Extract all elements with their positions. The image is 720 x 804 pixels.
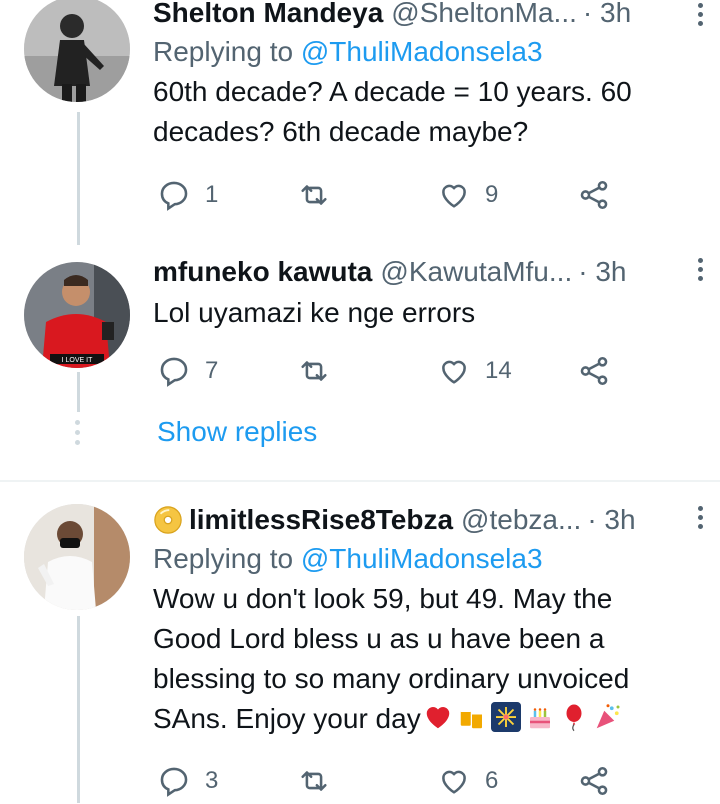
balloon-emoji-icon	[566, 704, 582, 732]
avatar[interactable]	[24, 0, 130, 102]
thread-line	[77, 616, 80, 803]
share-icon	[580, 766, 608, 796]
reply-count: 3	[205, 767, 219, 794]
retweet-icon	[301, 361, 327, 381]
like-icon	[442, 360, 466, 384]
tweet-text: Wow u don't look 59, but 49. May the Goo…	[153, 583, 630, 734]
party-popper-emoji-icon	[596, 704, 620, 729]
display-name[interactable]: limitlessRise8Tebza	[189, 503, 453, 537]
user-handle[interactable]: @KawutaMfu...	[380, 255, 572, 289]
like-count: 6	[485, 767, 499, 794]
reply-button[interactable]: 7	[157, 354, 218, 388]
retweet-button[interactable]	[297, 764, 345, 798]
display-name[interactable]: mfuneko kawuta	[153, 255, 372, 289]
more-icon[interactable]	[690, 503, 710, 531]
timestamp[interactable]: · 3h	[578, 255, 626, 289]
like-icon	[442, 184, 466, 208]
birthday-cake-emoji-icon	[529, 708, 550, 729]
retweet-button[interactable]	[297, 178, 345, 212]
mention-link[interactable]: @ThuliMadonsela3	[301, 543, 543, 574]
user-handle[interactable]: @tebza...	[461, 503, 581, 537]
thread-line	[77, 112, 80, 245]
share-button[interactable]	[577, 764, 611, 798]
mention-link[interactable]: @ThuliMadonsela3	[301, 36, 543, 67]
display-name[interactable]: Shelton Mandeya	[153, 0, 383, 30]
reply-icon	[160, 357, 188, 387]
user-handle[interactable]: @SheltonMa...	[391, 0, 577, 30]
like-count: 14	[485, 357, 512, 384]
reply-icon	[160, 767, 188, 797]
reply-button[interactable]: 3	[157, 764, 218, 798]
replying-to: Replying to @ThuliMadonsela3	[153, 543, 543, 574]
replying-to: Replying to @ThuliMadonsela3	[153, 36, 543, 67]
like-button[interactable]: 14	[437, 354, 512, 388]
like-icon	[442, 770, 466, 794]
show-replies-link[interactable]: Show replies	[157, 416, 317, 448]
timestamp[interactable]: · 3h	[583, 0, 631, 30]
reply-count: 7	[205, 357, 219, 384]
retweet-icon	[301, 771, 327, 791]
reply-icon	[160, 181, 188, 211]
more-icon[interactable]	[690, 255, 710, 283]
beer-mugs-emoji-icon	[460, 708, 482, 729]
timestamp[interactable]: · 3h	[587, 503, 635, 537]
avatar[interactable]: I LOVE IT	[24, 262, 130, 368]
avatar-caption: I LOVE IT	[62, 357, 93, 364]
share-icon	[580, 356, 608, 386]
thread-dots	[75, 420, 81, 450]
red-heart-emoji-icon	[426, 707, 449, 729]
reply-count: 1	[205, 181, 219, 208]
thread-line	[77, 372, 80, 412]
reply-button[interactable]: 1	[157, 178, 218, 212]
divider	[0, 480, 720, 482]
like-button[interactable]: 6	[437, 764, 498, 798]
share-icon	[580, 180, 608, 210]
tweet-text: Lol uyamazi ke nge errors	[153, 297, 476, 328]
retweet-button[interactable]	[297, 354, 345, 388]
tweet-text: 60th decade? A decade = 10 years. 60 dec…	[153, 76, 632, 147]
more-icon[interactable]	[690, 0, 710, 28]
avatar[interactable]	[24, 504, 130, 610]
like-button[interactable]: 9	[437, 178, 498, 212]
fireworks-emoji-icon	[490, 702, 521, 732]
dvd-icon	[154, 506, 182, 534]
retweet-icon	[301, 185, 327, 205]
like-count: 9	[485, 181, 499, 208]
share-button[interactable]	[577, 354, 611, 388]
share-button[interactable]	[577, 178, 611, 212]
